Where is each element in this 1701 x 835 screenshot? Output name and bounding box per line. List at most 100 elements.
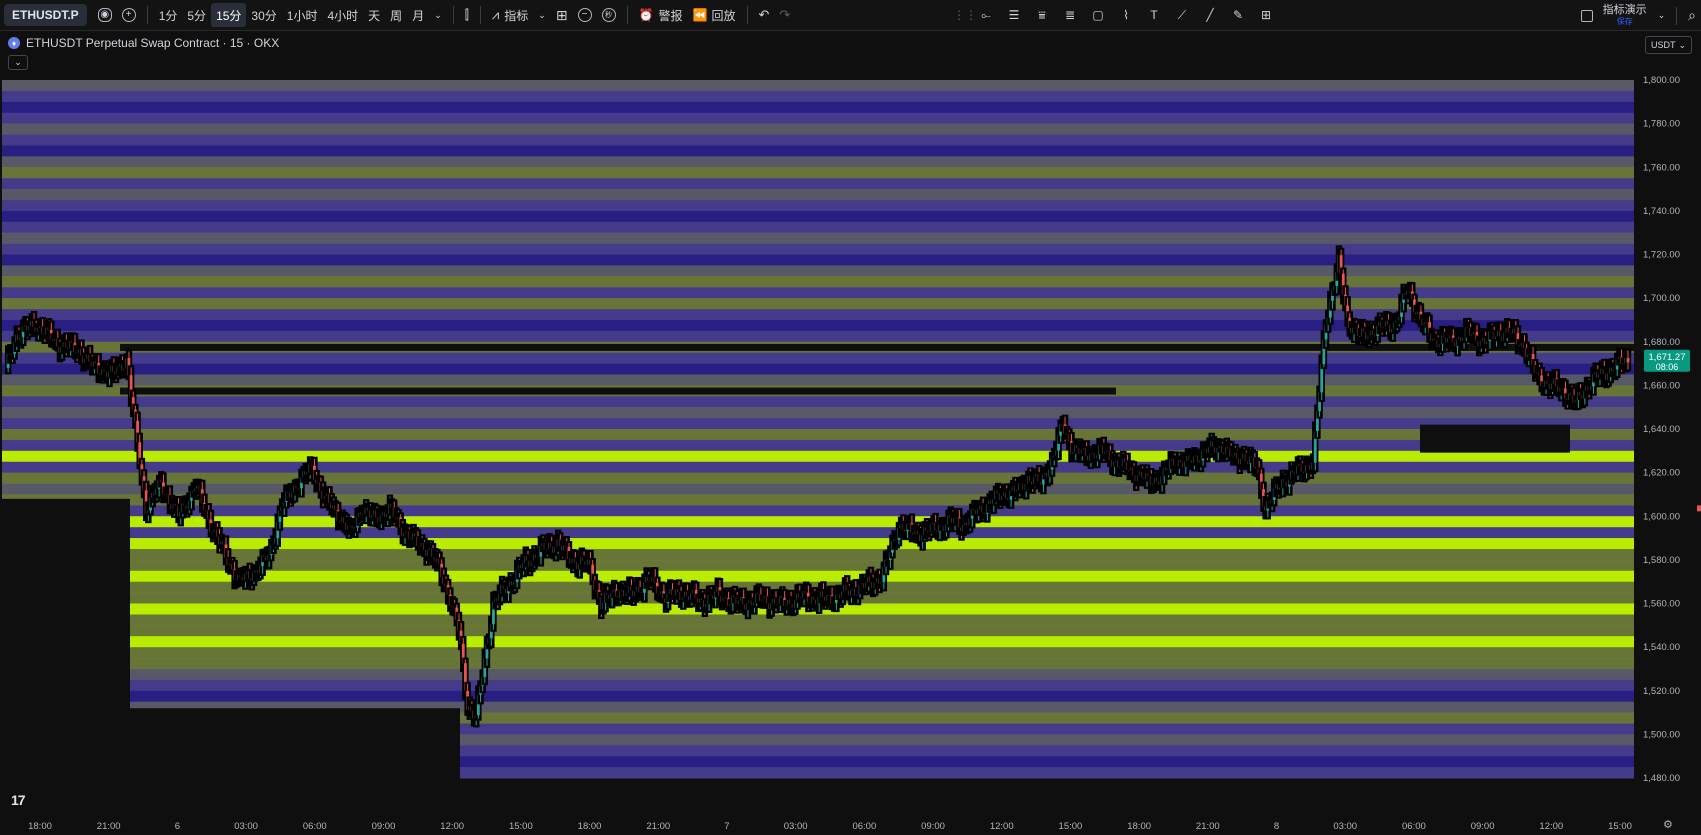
undo-icon[interactable]: ↶ [754,3,775,27]
rewind-icon: ⏪ [692,8,708,22]
measure-icon[interactable]: ⟋ [1168,3,1196,27]
price-axis-label: 1,680.00 [1643,337,1680,348]
interval-30m[interactable]: 30分 [246,3,281,27]
candle-type-icon[interactable]: ⫿ [460,3,474,27]
profile-band [2,494,1634,506]
trend-line-icon[interactable]: ╱ [1196,3,1224,27]
profile-band [2,156,1634,168]
profile-band [2,189,1634,201]
profile-band [2,287,1634,299]
price-axis-label: 1,740.00 [1643,206,1680,217]
level-block [1420,424,1570,453]
symbol-title[interactable]: ETHUSDT Perpetual Swap Contract · 15 · O… [26,36,279,50]
price-axis-label: 1,480.00 [1643,773,1680,784]
profile-band [2,483,1634,495]
price-axis-label: 1,520.00 [1643,686,1680,697]
volume-profile-bands [2,80,1634,779]
price-axis-label: 1,560.00 [1643,599,1680,610]
price-axis-label: 1,800.00 [1643,75,1680,86]
interval-1h[interactable]: 1小时 [282,3,323,27]
currency-label: USDT [1651,40,1676,50]
time-axis-label: 12:00 [440,821,464,832]
profile-band [2,276,1634,288]
profile-band [2,429,1634,441]
time-axis-label: 12:00 [990,821,1014,832]
time-axis-label: 18:00 [1127,821,1151,832]
interval-15m[interactable]: 15分 [211,3,247,27]
interval-day[interactable]: 天 [363,3,385,27]
parallel-channel-icon[interactable]: ☰ [1000,3,1028,27]
text-tool-icon[interactable]: T [1140,3,1168,27]
interval-dropdown-chevron-icon[interactable]: ⌄ [429,3,447,27]
symbol-search-button[interactable]: ETHUSDT.P [4,4,87,26]
settings-gear-icon[interactable]: ⚙ [1663,818,1673,831]
price-chart[interactable]: 1,800.00 1,780.00 1,760.00 1,740.00 1,720.00… [0,0,1701,835]
brush-icon[interactable]: ✎ [1224,3,1252,27]
countdown-label: 08:06 [1656,362,1679,372]
profile-band [2,439,1634,452]
profile-band [2,265,1634,277]
demo-label: 指标演示 [1602,4,1647,16]
ethereum-logo-icon: ♦ [8,37,20,49]
interval-4h[interactable]: 4小时 [322,3,363,27]
time-axis-label: 06:00 [303,821,327,832]
profile-band [2,647,1634,659]
profile-band [2,396,1634,408]
right-toolbar: 指标演示 保存 ⌄ ⌕ [1580,0,1701,31]
profile-band [2,461,1634,474]
time-axis-label: 18:00 [28,821,52,832]
price-axis: 1,800.00 1,780.00 1,760.00 1,740.00 1,720.00… [1636,31,1701,835]
time-axis-label: 15:00 [1608,821,1632,832]
save-label[interactable]: 保存 [1617,18,1633,26]
time-axis-label: 7 [724,821,729,832]
legend-collapse-chevron-icon[interactable]: ⌄ [8,55,28,70]
interval-5m[interactable]: 5分 [182,3,211,27]
indicator-demo-button[interactable]: 指标演示 保存 [1603,5,1647,26]
profile-band [2,690,1634,703]
profile-band [2,679,1634,692]
drawing-tools: ⋮⋮ ⟜ ☰ ⩸ ≣ ▢ ⌇ T ⟋ ╱ ✎ ⊞ [953,3,1280,27]
interval-month[interactable]: 月 [407,3,429,27]
chart-legend: ♦ ETHUSDT Perpetual Swap Contract · 15 ·… [8,36,279,50]
price-axis-label: 1,660.00 [1643,380,1680,391]
profile-band [2,538,1634,550]
horizontal-ray-icon[interactable]: ⟜ [972,3,1000,27]
indicators-button[interactable]: ⩘ 指标 ⌄ [487,3,551,27]
redo-icon[interactable]: ↷ [774,3,795,27]
chevron-down-icon: ⌄ [538,9,546,20]
price-axis-label: 1,580.00 [1643,555,1680,566]
eye-icon[interactable]: ◉ [93,3,117,27]
time-axis-label: 06:00 [1402,821,1426,832]
time-axis-label: 03:00 [1333,821,1357,832]
compare-add-icon[interactable]: + [117,3,141,27]
alarm-clock-icon: ⏰ [638,8,654,22]
demo-checkbox[interactable] [1580,9,1593,22]
fib-levels-icon[interactable]: ≣ [1056,3,1084,27]
profile-band [2,199,1634,212]
interval-week[interactable]: 周 [385,3,407,27]
drag-handle-icon[interactable]: ⋮⋮ [953,3,977,27]
candle-body [1626,358,1630,363]
interval-1m[interactable]: 1分 [154,3,183,27]
profile-band [2,134,1634,146]
alert-button[interactable]: ⏰ 警报 [634,3,688,27]
toolbar-divider [1676,6,1678,25]
tradingview-logo[interactable]: 17 [11,792,26,808]
time-axis-label: 21:00 [1196,821,1220,832]
profile-band [2,243,1634,255]
fib-retracement-icon[interactable]: ⩸ [1028,3,1056,27]
grid-tool-icon[interactable]: ⊞ [1252,3,1280,27]
polyline-icon[interactable]: ⌇ [1112,3,1140,27]
minus-circle-icon[interactable]: − [573,3,597,27]
rectangle-icon[interactable]: ▢ [1084,3,1112,27]
time-axis-label: 15:00 [509,821,533,832]
time-axis-label: 09:00 [921,821,945,832]
search-icon[interactable]: ⌕ [1683,4,1701,28]
profile-band [2,625,1634,637]
replay-button[interactable]: ⏪ 回放 [688,3,741,27]
layouts-grid-icon[interactable]: ⊞ [551,3,573,27]
currency-selector[interactable]: USDT ⌄ [1645,36,1693,54]
chevron-down-icon[interactable]: ⌄ [1653,4,1671,28]
time-axis-label: 18:00 [578,821,602,832]
sec-circle-icon[interactable]: 秒 [597,3,621,27]
